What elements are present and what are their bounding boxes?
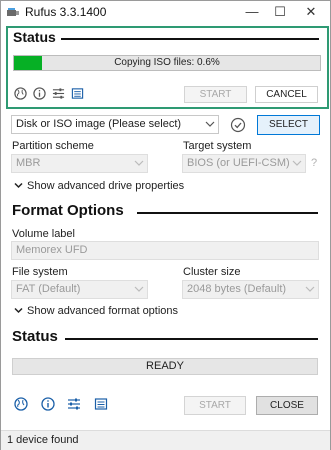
cancel-button[interactable]: CANCEL xyxy=(255,86,318,103)
minimize-button[interactable]: — xyxy=(238,3,266,21)
usb-drive-icon xyxy=(7,8,19,16)
chevron-down-icon xyxy=(205,121,215,127)
target-system-value: BIOS (or UEFI-CSM) xyxy=(187,157,290,169)
window-title: Rufus 3.3.1400 xyxy=(25,5,107,19)
advanced-format-toggle[interactable]: Show advanced format options xyxy=(14,305,178,317)
start-button[interactable]: START xyxy=(184,396,246,415)
info-icon[interactable] xyxy=(33,87,46,100)
title-bar: Rufus 3.3.1400 — ☐ ✕ xyxy=(1,1,330,23)
target-system-label: Target system xyxy=(183,140,252,152)
status-overlay-panel: Status Copying ISO files: 0.6% START CAN… xyxy=(6,26,329,109)
log-icon[interactable] xyxy=(71,87,84,100)
partition-scheme-dropdown[interactable]: MBR xyxy=(11,154,148,173)
globe-icon[interactable] xyxy=(14,397,28,411)
help-icon[interactable]: ? xyxy=(311,157,317,169)
volume-label-input[interactable]: Memorex UFD xyxy=(11,241,319,260)
rufus-window: Rufus 3.3.1400 — ☐ ✕ Disk or ISO image (… xyxy=(0,0,331,450)
section-divider xyxy=(137,212,318,214)
globe-icon[interactable] xyxy=(14,87,27,100)
section-divider xyxy=(65,338,318,340)
close-window-button[interactable]: ✕ xyxy=(297,3,325,21)
boot-selection-dropdown[interactable]: Disk or ISO image (Please select) xyxy=(11,115,219,134)
format-options-heading: Format Options xyxy=(12,202,124,219)
partition-scheme-label: Partition scheme xyxy=(12,140,94,152)
overlay-status-heading: Status xyxy=(13,29,56,45)
boot-selection-value: Disk or ISO image (Please select) xyxy=(16,118,182,130)
chevron-down-icon xyxy=(292,160,302,166)
select-button[interactable]: SELECT xyxy=(257,115,320,135)
check-circle-icon[interactable] xyxy=(230,117,246,133)
chevron-down-icon xyxy=(14,307,23,314)
volume-label-label: Volume label xyxy=(12,228,75,240)
section-divider xyxy=(61,38,319,40)
cluster-size-value: 2048 bytes (Default) xyxy=(187,283,287,295)
cluster-size-label: Cluster size xyxy=(183,266,241,278)
file-system-dropdown[interactable]: FAT (Default) xyxy=(11,280,148,299)
settings-sliders-icon[interactable] xyxy=(52,87,65,100)
advanced-drive-label: Show advanced drive properties xyxy=(27,180,185,192)
chevron-down-icon xyxy=(14,182,23,189)
log-icon[interactable] xyxy=(94,397,108,411)
volume-label-value: Memorex UFD xyxy=(16,244,88,256)
ready-status-bar: READY xyxy=(12,358,318,375)
chevron-down-icon xyxy=(134,160,144,166)
overlay-start-button[interactable]: START xyxy=(184,86,247,103)
maximize-button[interactable]: ☐ xyxy=(266,3,294,21)
info-icon[interactable] xyxy=(41,397,55,411)
advanced-drive-toggle[interactable]: Show advanced drive properties xyxy=(14,180,184,192)
cluster-size-dropdown[interactable]: 2048 bytes (Default) xyxy=(182,280,319,299)
target-system-dropdown[interactable]: BIOS (or UEFI-CSM) xyxy=(182,154,306,173)
device-count-text: 1 device found xyxy=(7,434,79,446)
copy-progress-bar: Copying ISO files: 0.6% xyxy=(13,55,321,71)
chevron-down-icon xyxy=(305,286,315,292)
status-bar: 1 device found xyxy=(1,430,330,450)
file-system-label: File system xyxy=(12,266,68,278)
progress-text: Copying ISO files: 0.6% xyxy=(114,57,220,68)
settings-sliders-icon[interactable] xyxy=(67,397,81,411)
close-button[interactable]: CLOSE xyxy=(256,396,318,415)
status-heading: Status xyxy=(12,328,58,345)
advanced-format-label: Show advanced format options xyxy=(27,305,179,317)
partition-scheme-value: MBR xyxy=(16,157,41,169)
chevron-down-icon xyxy=(134,286,144,292)
file-system-value: FAT (Default) xyxy=(16,283,81,295)
